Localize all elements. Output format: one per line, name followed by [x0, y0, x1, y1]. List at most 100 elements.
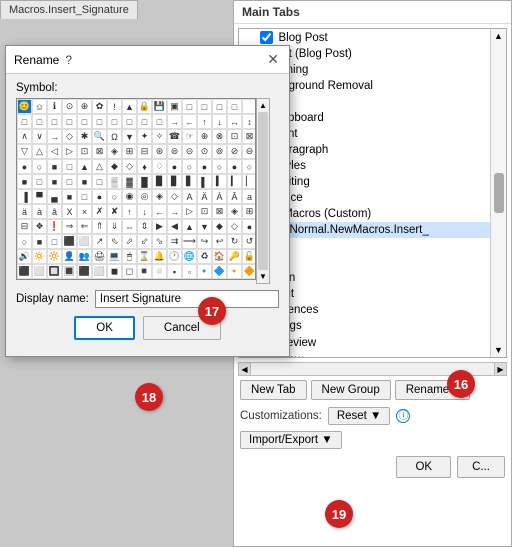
symbol-cell[interactable]: ⊛: [152, 144, 167, 159]
symbol-cell[interactable]: ▲: [182, 219, 197, 234]
main-ok-button[interactable]: OK: [396, 456, 451, 478]
symbol-cell[interactable]: □: [107, 114, 122, 129]
symbol-cell[interactable]: 💾: [152, 99, 167, 114]
symbol-cell[interactable]: □: [62, 114, 77, 129]
symbol-cell[interactable]: □: [197, 99, 212, 114]
symbol-cell[interactable]: ▊: [167, 174, 182, 189]
symbol-grid[interactable]: 😊☺ℹ⊙⊕✿!▲🔒💾▣□□□□□□□□□□□□□□→←↑↓↔↕∧∨→◇✱🔍Ω▼✦…: [16, 98, 256, 280]
symbol-cell[interactable]: ∨: [32, 129, 47, 144]
symbol-cell[interactable]: ◇: [167, 189, 182, 204]
symbol-cell[interactable]: ↓: [212, 114, 227, 129]
symbol-cell[interactable]: Â: [227, 189, 242, 204]
tabs-scrollbar[interactable]: ▲ ▼: [490, 29, 506, 357]
tabs-scroll-down[interactable]: ▼: [494, 345, 503, 355]
symbol-cell[interactable]: 🔒: [137, 99, 152, 114]
symbol-cell[interactable]: Ä: [197, 189, 212, 204]
symbol-cell[interactable]: ⇐: [77, 219, 92, 234]
symbol-cell[interactable]: ▣: [167, 99, 182, 114]
symbol-cell[interactable]: ◼: [107, 264, 122, 279]
symbol-cell[interactable]: ■: [62, 189, 77, 204]
symbol-cell[interactable]: ⊟: [137, 144, 152, 159]
symbol-cell[interactable]: ◆: [212, 219, 227, 234]
symbol-cell[interactable]: ⇓: [107, 219, 122, 234]
tab-checkbox[interactable]: [260, 31, 273, 44]
reset-button[interactable]: Reset ▼: [328, 407, 391, 425]
symbol-cell[interactable]: ⬜: [32, 264, 47, 279]
symbol-cell[interactable]: ⊞: [122, 144, 137, 159]
symbol-cell[interactable]: ○: [182, 159, 197, 174]
new-tab-button[interactable]: New Tab: [240, 380, 307, 400]
symbol-cell[interactable]: □: [32, 114, 47, 129]
symbol-cell[interactable]: ▉: [152, 174, 167, 189]
symbol-cell[interactable]: 🌐: [182, 249, 197, 264]
symbol-cell[interactable]: ■: [17, 174, 32, 189]
symbol-cell[interactable]: ⬛: [62, 234, 77, 249]
symbol-cell[interactable]: 😊: [17, 99, 32, 114]
symbol-cell[interactable]: ↺: [242, 234, 256, 249]
symbol-cell[interactable]: ▓: [122, 174, 137, 189]
symbol-cell[interactable]: ✗: [92, 204, 107, 219]
symbol-cell[interactable]: □: [17, 114, 32, 129]
symbol-cell[interactable]: ▎: [227, 174, 242, 189]
symbol-cell[interactable]: □: [32, 174, 47, 189]
symbol-cell[interactable]: ←: [152, 204, 167, 219]
symbol-cell[interactable]: □: [92, 174, 107, 189]
symbol-cell[interactable]: ♻: [197, 249, 212, 264]
symbol-cell[interactable]: 🕐: [167, 249, 182, 264]
symbol-cell[interactable]: ⊙: [197, 144, 212, 159]
symbol-cell[interactable]: ◈: [107, 144, 122, 159]
symbol-cell[interactable]: ○: [107, 189, 122, 204]
tab-list-item[interactable]: Blog Post: [239, 29, 506, 46]
symbol-cell[interactable]: ⊚: [212, 144, 227, 159]
symbol-cell[interactable]: ◇: [62, 129, 77, 144]
symbol-cell[interactable]: ⬀: [122, 234, 137, 249]
symbol-cell[interactable]: ⊠: [212, 204, 227, 219]
symbol-cell[interactable]: □: [182, 99, 197, 114]
tabs-scroll-up[interactable]: ▲: [494, 31, 503, 41]
symbol-cell[interactable]: △: [32, 144, 47, 159]
symbol-cell[interactable]: ■: [32, 234, 47, 249]
symbol-cell[interactable]: ⊘: [227, 144, 242, 159]
symbol-cell[interactable]: ↪: [197, 234, 212, 249]
symbol-cell[interactable]: ⇉: [167, 234, 182, 249]
symbol-cell[interactable]: ▪: [167, 264, 182, 279]
symbol-cell[interactable]: ●: [227, 159, 242, 174]
symbol-cell[interactable]: ⊙: [62, 99, 77, 114]
symbol-cell[interactable]: □: [77, 189, 92, 204]
symbol-cell[interactable]: 👥: [77, 249, 92, 264]
symbol-cell[interactable]: 🖨: [92, 249, 107, 264]
symbol-cell[interactable]: ⬜: [92, 264, 107, 279]
symbol-cell[interactable]: ↕: [242, 114, 256, 129]
symbol-cell[interactable]: □: [122, 114, 137, 129]
symbol-cell[interactable]: 🔓: [242, 249, 256, 264]
symbol-cell[interactable]: ⟶: [182, 234, 197, 249]
symbol-cell[interactable]: ↑: [197, 114, 212, 129]
symbol-cell[interactable]: ◻: [122, 264, 137, 279]
rename-ok-button[interactable]: OK: [74, 316, 135, 340]
rename-close-button[interactable]: ✕: [265, 51, 281, 68]
symbol-cell[interactable]: ▲: [77, 159, 92, 174]
symbol-cell[interactable]: ●: [242, 219, 256, 234]
import-export-button[interactable]: Import/Export ▼: [240, 431, 342, 449]
symbol-cell[interactable]: ↩: [212, 234, 227, 249]
symbol-cell[interactable]: ○: [32, 159, 47, 174]
symbol-cell[interactable]: ◆: [107, 159, 122, 174]
symbol-cell[interactable]: ◀: [167, 219, 182, 234]
symbol-cell[interactable]: ◾: [137, 264, 152, 279]
symbol-cell[interactable]: ▽: [17, 144, 32, 159]
symbol-cell[interactable]: X: [62, 204, 77, 219]
symbol-cell[interactable]: ○: [242, 159, 256, 174]
symbol-cell[interactable]: ◽: [152, 264, 167, 279]
symbol-cell[interactable]: 🔷: [212, 264, 227, 279]
main-cancel-button[interactable]: C...: [457, 456, 505, 478]
symbol-cell[interactable]: ●: [197, 159, 212, 174]
symbol-cell[interactable]: 🔑: [227, 249, 242, 264]
symbol-cell[interactable]: ↑: [122, 204, 137, 219]
symbol-cell[interactable]: □: [227, 99, 242, 114]
symbol-cell[interactable]: ●: [17, 159, 32, 174]
symbol-cell[interactable]: ⬃: [137, 234, 152, 249]
symbol-cell[interactable]: ▫: [182, 264, 197, 279]
symbol-scroll-down[interactable]: ▼: [259, 272, 267, 281]
symbol-cell[interactable]: ▀: [32, 189, 47, 204]
symbol-cell[interactable]: 💻: [107, 249, 122, 264]
